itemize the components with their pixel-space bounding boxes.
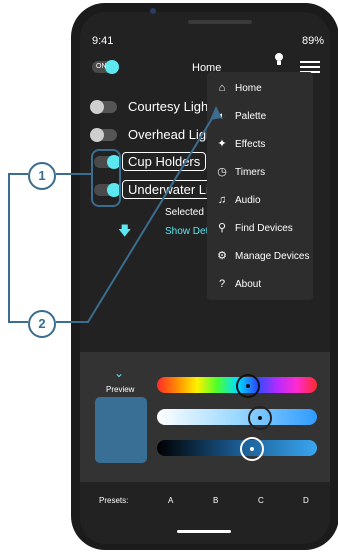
status-time: 9:41	[92, 35, 114, 47]
callout-line	[8, 173, 28, 175]
preset-b[interactable]: B	[213, 496, 218, 505]
presets-bar: Presets: A B C D	[80, 488, 330, 518]
callout-2: 2	[28, 310, 56, 338]
brightness-slider-handle[interactable]	[240, 437, 264, 461]
menu-label: Manage Devices	[235, 251, 310, 262]
saturation-slider[interactable]	[157, 409, 317, 425]
preset-c[interactable]: C	[258, 496, 264, 505]
chevron-down-icon[interactable]: ⌄	[114, 366, 124, 380]
presets-label: Presets:	[99, 496, 129, 505]
battery-level: 89%	[301, 35, 324, 47]
front-camera	[150, 8, 156, 14]
home-icon: ⌂	[218, 82, 226, 94]
preset-d[interactable]: D	[303, 496, 309, 505]
menu-label: Home	[235, 83, 262, 94]
earpiece	[188, 20, 252, 24]
color-preview	[95, 397, 147, 463]
home-indicator	[177, 530, 231, 533]
callout-arrow	[56, 106, 222, 323]
bulb-icon[interactable]	[274, 52, 284, 66]
hue-slider-handle[interactable]	[236, 374, 260, 398]
callout-line	[8, 321, 28, 323]
menu-item-home[interactable]: ⌂ Home	[207, 74, 313, 102]
brightness-slider[interactable]	[157, 440, 317, 456]
status-bar: 9:41 89%	[92, 35, 324, 49]
master-toggle-label: ON	[96, 63, 107, 70]
saturation-slider-handle[interactable]	[248, 406, 272, 430]
callout-1: 1	[28, 162, 56, 190]
preset-a[interactable]: A	[168, 496, 173, 505]
callout-line	[8, 173, 10, 323]
preview-label: Preview	[106, 385, 135, 394]
